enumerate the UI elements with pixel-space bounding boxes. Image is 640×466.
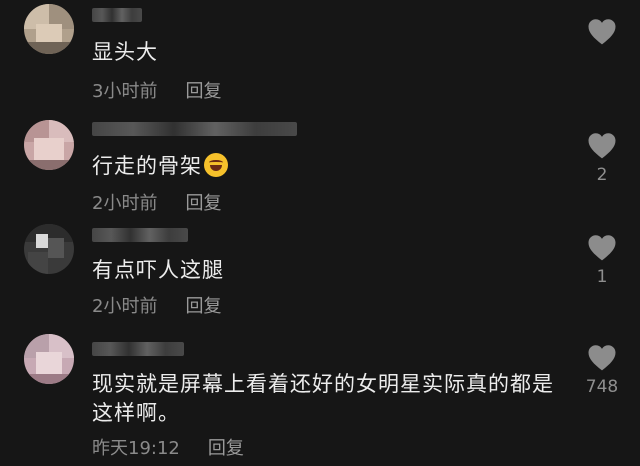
heart-icon — [588, 345, 616, 371]
like-count: 748 — [585, 377, 619, 397]
like-button[interactable]: 1 — [584, 234, 620, 287]
avatar[interactable] — [24, 334, 74, 384]
reply-button[interactable]: 回复 — [185, 81, 221, 102]
username[interactable] — [92, 8, 142, 22]
heart-icon — [588, 235, 616, 261]
comment-time: 2小时前 — [92, 193, 158, 214]
comment-text: 显头大 — [92, 40, 158, 64]
heart-icon — [588, 133, 616, 159]
reply-button[interactable]: 回复 — [208, 438, 244, 459]
comment-text: 行走的骨架 — [92, 152, 562, 181]
reply-button[interactable]: 回复 — [185, 193, 221, 214]
avatar[interactable] — [24, 224, 74, 274]
comment-text-content: 行走的骨架 — [92, 154, 202, 178]
comment-meta: 2小时前 回复 — [92, 292, 221, 318]
like-count: 2 — [596, 165, 608, 185]
username[interactable] — [92, 228, 188, 242]
username[interactable] — [92, 342, 184, 356]
heart-icon — [588, 19, 616, 45]
comment-item: 行走的骨架 2小时前 回复 2 — [0, 112, 640, 218]
comment-item: 现实就是屏幕上看着还好的女明星实际真的都是这样啊。 昨天19:12 回复 748 — [0, 322, 640, 466]
laughing-emoji-icon — [204, 153, 228, 177]
comment-text: 有点吓人这腿 — [92, 258, 224, 282]
like-button[interactable]: 748 — [584, 344, 620, 397]
avatar[interactable] — [24, 4, 74, 54]
avatar[interactable] — [24, 120, 74, 170]
like-count: 1 — [596, 267, 608, 287]
comment-text: 现实就是屏幕上看着还好的女明星实际真的都是这样啊。 — [92, 372, 554, 425]
comment-time: 3小时前 — [92, 81, 158, 102]
comment-meta: 2小时前 回复 — [92, 189, 221, 215]
comment-meta: 3小时前 回复 — [92, 77, 221, 103]
reply-button[interactable]: 回复 — [185, 296, 221, 317]
like-button[interactable]: 2 — [584, 132, 620, 185]
comment-time: 昨天19:12 — [92, 438, 180, 459]
comment-item: 显头大 3小时前 回复 — [0, 0, 640, 112]
comment-meta: 昨天19:12 回复 — [92, 434, 244, 460]
comment-item: 有点吓人这腿 2小时前 回复 1 — [0, 218, 640, 322]
like-button[interactable] — [584, 18, 620, 51]
username[interactable] — [92, 122, 297, 136]
comment-time: 2小时前 — [92, 296, 158, 317]
